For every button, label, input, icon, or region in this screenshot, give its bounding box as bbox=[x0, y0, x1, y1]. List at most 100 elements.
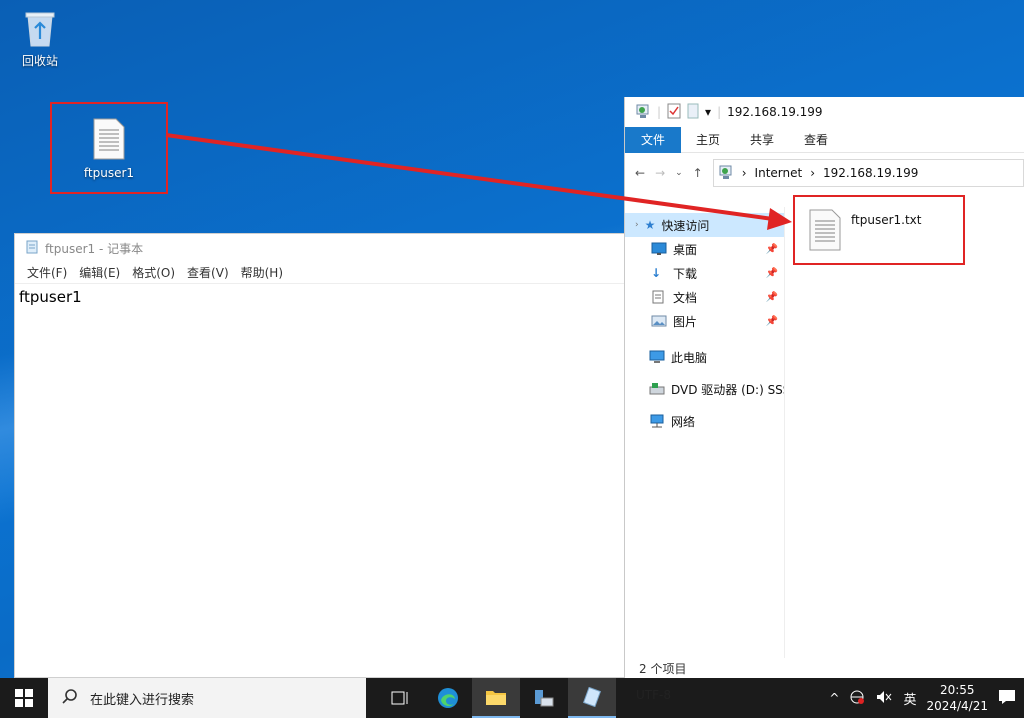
notepad-menubar: 文件(F) 编辑(E) 格式(O) 查看(V) 帮助(H) bbox=[15, 262, 625, 284]
network-icon bbox=[649, 414, 665, 428]
computer-icon bbox=[649, 350, 665, 364]
tab-view[interactable]: 查看 bbox=[789, 127, 843, 153]
notepad-app-icon bbox=[582, 687, 602, 707]
volume-muted-icon[interactable] bbox=[875, 689, 893, 708]
nav-item-documents[interactable]: 文档 📌 bbox=[625, 285, 784, 309]
recent-locations-icon[interactable]: ⌄ bbox=[675, 168, 683, 178]
notepad-title: ftpuser1 - 记事本 bbox=[45, 241, 144, 256]
dvd-drive-icon bbox=[649, 382, 665, 396]
address-row: ← → ⌄ ↑ › Internet › 192.168.19.199 bbox=[625, 153, 1024, 193]
menu-view[interactable]: 查看(V) bbox=[181, 264, 235, 281]
tab-home[interactable]: 主页 bbox=[681, 127, 735, 153]
notification-center-icon[interactable] bbox=[998, 689, 1016, 708]
nav-item-downloads[interactable]: ↓ 下载 📌 bbox=[625, 261, 784, 285]
task-view-icon bbox=[391, 691, 408, 705]
show-hidden-icons-icon[interactable]: ^ bbox=[829, 691, 839, 705]
properties-icon[interactable] bbox=[667, 103, 681, 122]
file-explorer-window[interactable]: | ▾ | 192.168.19.199 文件 主页 共享 查看 ← → ⌄ ↑… bbox=[624, 97, 1024, 678]
file-name: ftpuser1.txt bbox=[851, 213, 922, 227]
address-bar[interactable]: › Internet › 192.168.19.199 bbox=[712, 159, 1024, 187]
address-location-icon bbox=[718, 164, 734, 183]
desktop-file-ftpuser1[interactable]: ftpuser1 bbox=[50, 102, 168, 194]
nav-label-downloads: 下载 bbox=[673, 266, 698, 281]
menu-format[interactable]: 格式(O) bbox=[126, 264, 181, 281]
windows-logo-icon bbox=[15, 689, 33, 707]
nav-label-desktop: 桌面 bbox=[673, 242, 698, 257]
breadcrumb-separator-icon[interactable]: › bbox=[742, 166, 747, 180]
explorer-taskbar-button[interactable] bbox=[472, 678, 520, 718]
pin-icon[interactable]: 📌 bbox=[766, 268, 778, 279]
nav-item-network[interactable]: 网络 bbox=[625, 409, 784, 433]
server-manager-taskbar-button[interactable] bbox=[520, 678, 568, 718]
search-icon bbox=[62, 688, 78, 708]
menu-edit[interactable]: 编辑(E) bbox=[73, 264, 126, 281]
file-list-pane[interactable]: ftpuser1.txt bbox=[785, 195, 1024, 658]
nav-item-desktop[interactable]: 桌面 📌 bbox=[625, 237, 784, 261]
tab-share[interactable]: 共享 bbox=[735, 127, 789, 153]
clock-date: 2024/4/21 bbox=[926, 699, 988, 713]
tab-file[interactable]: 文件 bbox=[625, 126, 682, 153]
nav-item-dvd-drive[interactable]: DVD 驱动器 (D:) SSS bbox=[625, 377, 784, 401]
pin-icon[interactable]: 📌 bbox=[766, 316, 778, 327]
nav-label-network: 网络 bbox=[671, 414, 696, 429]
notepad-window[interactable]: ftpuser1 - 记事本 文件(F) 编辑(E) 格式(O) 查看(V) 帮… bbox=[14, 233, 626, 678]
nav-label-this-pc: 此电脑 bbox=[671, 350, 708, 365]
search-placeholder: 在此键入进行搜索 bbox=[90, 692, 195, 708]
notepad-titlebar[interactable]: ftpuser1 - 记事本 bbox=[15, 234, 625, 262]
nav-label-documents: 文档 bbox=[673, 290, 698, 305]
chevron-right-icon[interactable]: › bbox=[635, 220, 639, 230]
text-file-icon bbox=[809, 209, 841, 251]
pin-icon[interactable]: 📌 bbox=[766, 244, 778, 255]
nav-label-dvd-drive: DVD 驱动器 (D:) SSS bbox=[671, 382, 784, 397]
documents-icon bbox=[651, 290, 667, 304]
breadcrumb-internet[interactable]: Internet bbox=[755, 166, 803, 180]
taskbar: 在此键入进行搜索 UTF-8 ^ 英 20:55 2024/4/21 bbox=[0, 678, 1024, 718]
star-icon: ★ bbox=[644, 218, 656, 232]
menu-help[interactable]: 帮助(H) bbox=[235, 264, 289, 281]
system-clock[interactable]: 20:55 2024/4/21 bbox=[926, 682, 988, 714]
task-view-button[interactable] bbox=[376, 678, 424, 718]
nav-item-this-pc[interactable]: 此电脑 bbox=[625, 345, 784, 369]
customize-toolbar-icon[interactable]: ▾ bbox=[705, 105, 711, 119]
notepad-encoding-status: UTF-8 bbox=[636, 688, 671, 702]
explorer-title: 192.168.19.199 bbox=[727, 105, 823, 119]
clock-time: 20:55 bbox=[939, 683, 975, 697]
recycle-bin-icon bbox=[23, 8, 57, 48]
forward-arrow-icon[interactable]: → bbox=[655, 166, 665, 180]
explorer-body: › ★ 快速访问 桌面 📌 ↓ 下载 📌 文档 📌 图片 📌 此电脑 DVD 驱… bbox=[625, 195, 1024, 658]
explorer-titlebar[interactable]: | ▾ | 192.168.19.199 bbox=[625, 97, 1024, 127]
pictures-icon bbox=[651, 314, 667, 328]
text-file-icon bbox=[93, 118, 125, 160]
folder-icon bbox=[486, 691, 506, 705]
taskbar-search-box[interactable]: 在此键入进行搜索 bbox=[48, 678, 366, 718]
input-method-indicator[interactable]: 英 bbox=[903, 689, 916, 708]
nav-item-quick-access[interactable]: › ★ 快速访问 bbox=[625, 213, 784, 237]
notepad-icon bbox=[25, 240, 39, 257]
notepad-text-area[interactable]: ftpuser1 bbox=[15, 284, 625, 310]
recycle-bin-shortcut[interactable]: 回收站 bbox=[14, 8, 66, 69]
network-status-icon[interactable] bbox=[849, 689, 865, 708]
breadcrumb-separator-icon[interactable]: › bbox=[810, 166, 815, 180]
explorer-status-text: 2 个项目 bbox=[639, 662, 687, 676]
download-icon: ↓ bbox=[651, 266, 662, 280]
back-arrow-icon[interactable]: ← bbox=[635, 166, 645, 180]
desktop-file-label: ftpuser1 bbox=[83, 166, 135, 180]
start-button[interactable] bbox=[0, 678, 48, 718]
up-arrow-icon[interactable]: ↑ bbox=[693, 166, 703, 180]
recycle-bin-label: 回收站 bbox=[21, 54, 58, 68]
menu-file[interactable]: 文件(F) bbox=[21, 264, 73, 281]
new-folder-icon[interactable] bbox=[687, 103, 699, 122]
file-item-ftpuser1-txt[interactable]: ftpuser1.txt bbox=[793, 195, 965, 265]
desktop-icon bbox=[651, 242, 667, 256]
nav-label-pictures: 图片 bbox=[673, 314, 698, 329]
pin-icon[interactable]: 📌 bbox=[766, 292, 778, 303]
ribbon-tabs: 文件 主页 共享 查看 bbox=[625, 126, 1024, 153]
server-manager-icon bbox=[535, 690, 554, 707]
nav-label-quick-access: 快速访问 bbox=[661, 218, 710, 233]
edge-taskbar-button[interactable] bbox=[424, 678, 472, 718]
notepad-taskbar-button[interactable] bbox=[568, 678, 616, 718]
breadcrumb-host[interactable]: 192.168.19.199 bbox=[823, 166, 918, 180]
nav-item-pictures[interactable]: 图片 📌 bbox=[625, 309, 784, 333]
network-location-icon bbox=[635, 103, 651, 122]
edge-browser-icon bbox=[438, 688, 458, 708]
